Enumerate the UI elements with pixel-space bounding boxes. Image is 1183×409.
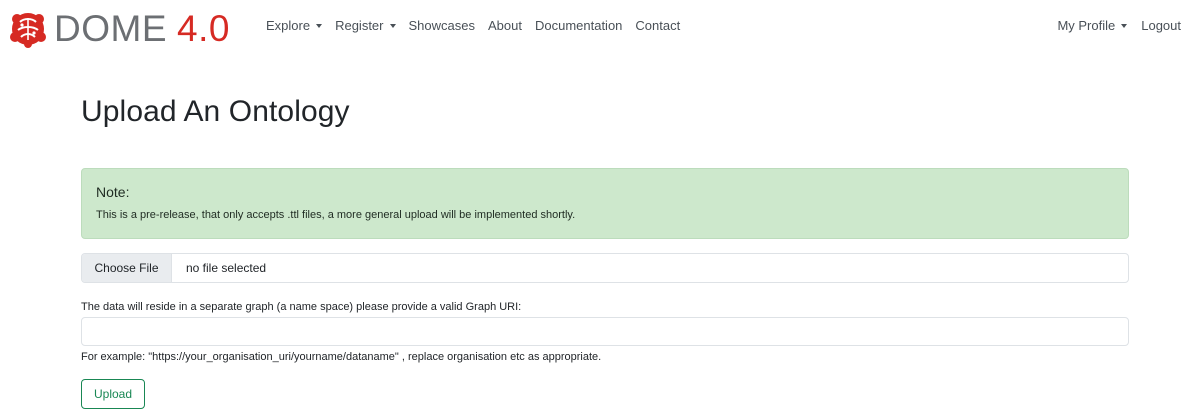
graph-uri-example: For example: "https://your_organisation_…: [81, 351, 602, 363]
nav-item-explore[interactable]: Explore: [266, 18, 323, 33]
nav-item-label: My Profile: [1057, 18, 1116, 33]
nav-item-contact[interactable]: Contact: [635, 18, 680, 33]
file-status-text: no file selected: [186, 261, 267, 275]
brand-name: DOME 4.0: [54, 9, 230, 49]
brain-logo-icon: [10, 13, 46, 48]
nav-right: My Profile Logout: [1043, 18, 1181, 33]
caret-down-icon: [389, 23, 396, 28]
graph-uri-label: The data will reside in a separate graph…: [81, 301, 522, 313]
note-heading: Note:: [96, 184, 130, 200]
caret-down-icon: [1121, 23, 1128, 28]
nav-item-label: About: [487, 18, 522, 33]
nav-item-documentation[interactable]: Documentation: [535, 18, 622, 33]
nav-item-my-profile[interactable]: My Profile: [1057, 18, 1128, 33]
nav-item-label: Documentation: [534, 18, 623, 33]
note-alert: Note: This is a pre-release, that only a…: [81, 168, 1129, 239]
nav-item-label: Logout: [1141, 18, 1181, 33]
nav-item-register[interactable]: Register: [335, 18, 396, 33]
nav-item-showcases[interactable]: Showcases: [409, 18, 475, 33]
nav-item-about[interactable]: About: [488, 18, 522, 33]
file-upload-field[interactable]: Choose File no file selected: [81, 253, 1129, 283]
page-title: Upload An Ontology: [81, 95, 350, 128]
nav-item-logout[interactable]: Logout: [1141, 18, 1181, 33]
nav-item-label: Register: [335, 18, 384, 33]
navbar: DOME 4.0 Explore Register Showcases Abou…: [0, 0, 1183, 58]
graph-uri-input[interactable]: [81, 317, 1129, 346]
choose-file-button[interactable]: Choose File: [82, 254, 172, 282]
nav-item-label: Contact: [635, 18, 681, 33]
brand-version: 4.0: [177, 8, 230, 49]
upload-button[interactable]: Upload: [81, 379, 145, 409]
nav-item-label: Showcases: [408, 18, 475, 33]
nav-item-label: Explore: [266, 18, 311, 33]
note-text: This is a pre-release, that only accepts…: [96, 209, 576, 221]
brand[interactable]: DOME 4.0: [8, 8, 230, 50]
brand-word: DOME: [54, 8, 167, 49]
nav-links: Explore Register Showcases About Documen…: [266, 18, 693, 33]
caret-down-icon: [316, 23, 323, 28]
